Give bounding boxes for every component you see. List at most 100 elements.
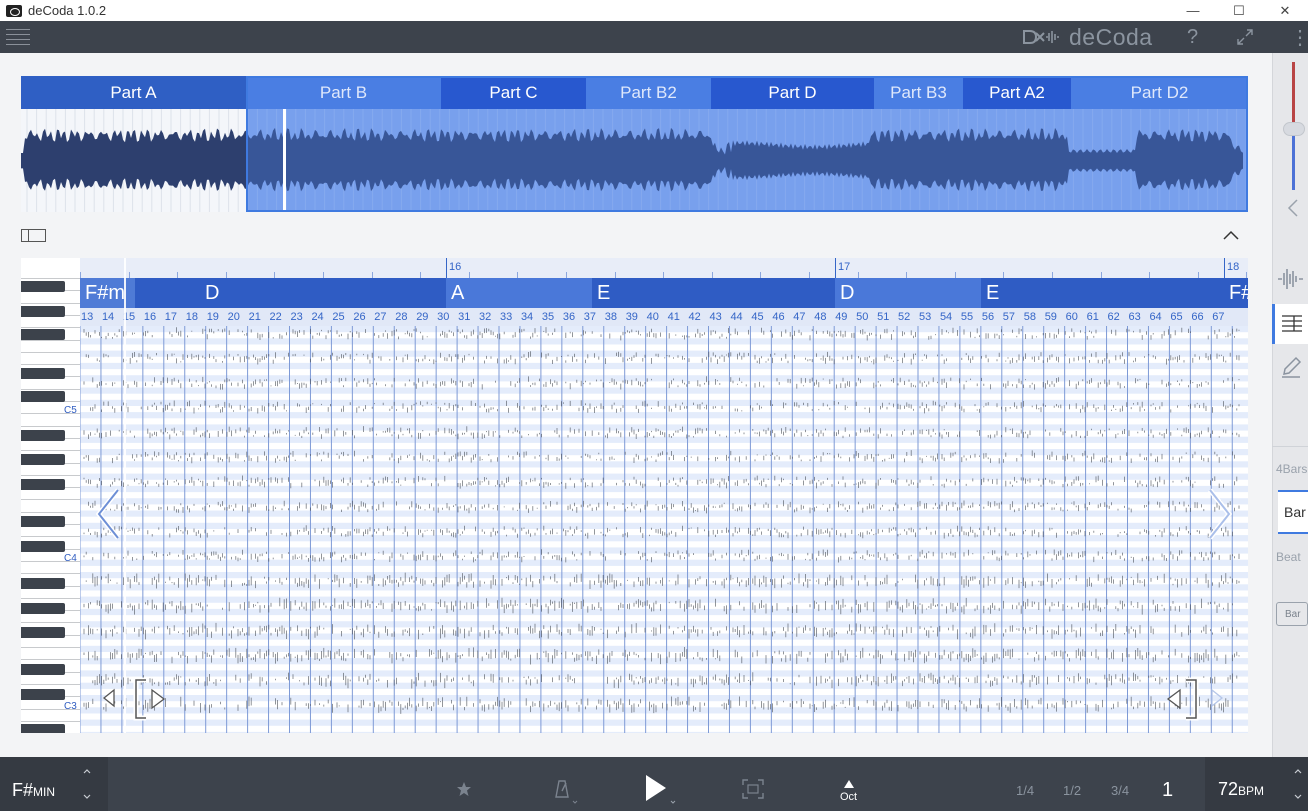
chord-block[interactable]: E [981, 278, 1224, 308]
black-key[interactable] [21, 368, 65, 379]
division-three-quarter[interactable]: 3/4 [1111, 783, 1129, 798]
bar-number: 18 [1227, 261, 1240, 273]
bpm-unit: BPM [1238, 784, 1265, 798]
beat-number: 29 [416, 311, 429, 323]
black-key[interactable] [21, 541, 65, 552]
chord-block[interactable]: F# [1224, 278, 1248, 308]
scroll-left-icon[interactable] [96, 488, 122, 540]
zoom-bar-label: Bar [1284, 504, 1306, 520]
pencil-tool-icon[interactable] [1272, 352, 1308, 382]
beat-number: 62 [1107, 311, 1120, 323]
loop-right-arrow-icon[interactable] [1210, 688, 1224, 708]
beat-number: 50 [856, 311, 869, 323]
part-tab-6[interactable]: Part B3 [874, 76, 963, 109]
black-key[interactable] [21, 479, 65, 490]
menu-icon[interactable] [6, 29, 30, 45]
beat-number: 24 [311, 311, 324, 323]
bar-position[interactable]: 1 [1162, 779, 1173, 802]
black-key[interactable] [21, 689, 65, 700]
tempo-stepper-icon[interactable] [1293, 767, 1303, 801]
beat-number: 53 [919, 311, 932, 323]
panel-collapse-left-icon[interactable] [1285, 198, 1301, 218]
bar-number: 17 [838, 261, 851, 273]
scroll-right-icon[interactable] [1206, 488, 1232, 540]
piano-keyboard[interactable]: C5 C4 C3 [21, 278, 80, 733]
loop-region-icon[interactable] [742, 779, 764, 799]
division-quarter[interactable]: 1/4 [1016, 783, 1034, 798]
waveform-view-icon[interactable] [1272, 263, 1308, 295]
black-key[interactable] [21, 391, 65, 402]
play-icon[interactable] [642, 773, 680, 807]
fullscreen-icon[interactable] [1237, 29, 1253, 45]
part-tab-4[interactable]: Part B2 [586, 76, 711, 109]
chord-block[interactable]: D [835, 278, 981, 308]
collapse-chevron-icon[interactable] [1222, 227, 1240, 245]
part-tab-8[interactable]: Part D2 [1071, 76, 1248, 109]
part-tab-5[interactable]: Part D [711, 76, 874, 109]
close-button[interactable]: ✕ [1262, 0, 1308, 21]
maximize-button[interactable]: ☐ [1216, 0, 1262, 21]
black-key[interactable] [21, 516, 65, 527]
beat-number: 17 [164, 311, 178, 323]
piano-roll-editor: C5C4C3 161718 F#mDAEDEF# 131415161718192… [21, 258, 1248, 733]
loop-left-arrow-icon[interactable] [102, 688, 116, 708]
beat-number: 19 [206, 311, 219, 323]
volume-track-fill [1292, 132, 1295, 190]
bar-ruler[interactable]: 16 17 18 [80, 258, 1248, 278]
beat-number: 48 [814, 311, 827, 323]
editor-playhead[interactable] [124, 258, 126, 733]
chord-block[interactable]: A [446, 278, 592, 308]
tempo-display[interactable]: 72BPM [1205, 757, 1308, 811]
part-tab-3[interactable]: Part C [441, 76, 586, 109]
black-key[interactable] [21, 430, 65, 441]
score-view-tool[interactable] [1272, 304, 1308, 344]
black-key[interactable] [21, 281, 65, 292]
octave-up-icon[interactable] [843, 779, 855, 789]
beat-row[interactable]: 13 14 15 16 17 18 19 20 21 22 23 24 25 26 27 28 29 30 31 32… [80, 308, 1248, 326]
part-tab-2[interactable]: Part B [246, 76, 441, 109]
zoom-beat-option[interactable]: Beat [1276, 550, 1308, 564]
part-tab-1[interactable]: Part A [21, 76, 246, 109]
brand: deCoda [1022, 24, 1153, 50]
more-options-icon[interactable]: ⋮ [1290, 25, 1308, 50]
loop-bar-label: Bar [1285, 609, 1301, 620]
loop-start-marker-icon[interactable] [132, 676, 176, 722]
zoom-bar-option[interactable]: Bar [1278, 490, 1308, 534]
beat-number: 34 [520, 311, 534, 323]
metronome-icon[interactable] [550, 777, 580, 805]
waveform-overview[interactable] [21, 109, 1248, 212]
app-logo-icon [6, 4, 22, 17]
division-half[interactable]: 1/2 [1063, 783, 1081, 798]
beat-number: 66 [1191, 311, 1204, 323]
key-display: F#MIN [12, 780, 55, 801]
tempo-value: 72BPM [1218, 779, 1264, 800]
volume-slider-handle[interactable] [1283, 122, 1305, 136]
black-key[interactable] [21, 329, 65, 340]
part-tab-7[interactable]: Part A2 [963, 76, 1071, 109]
black-key[interactable] [21, 454, 65, 465]
black-key[interactable] [21, 306, 65, 317]
song-overview: Part A Part B Part C Part B2 Part D Part B3 Pa… [21, 76, 1248, 212]
black-key[interactable] [21, 627, 65, 638]
black-key[interactable] [21, 664, 65, 675]
minimize-button[interactable]: — [1170, 0, 1216, 21]
chord-block[interactable]: D [200, 278, 446, 308]
black-key[interactable] [21, 724, 65, 733]
spectrogram-roll[interactable] [80, 326, 1248, 733]
key-selector[interactable]: F#MIN [0, 757, 108, 811]
black-key[interactable] [21, 578, 65, 589]
panel-toggle-icon[interactable] [21, 229, 46, 242]
chord-block[interactable]: E [592, 278, 835, 308]
parts-row: Part A Part B Part C Part B2 Part D Part B3 Pa… [21, 76, 1248, 109]
beat-number: 32 [479, 311, 492, 323]
loop-bar-button[interactable]: Bar [1276, 602, 1308, 626]
star-icon[interactable] [456, 781, 472, 797]
loop-end-marker-icon[interactable] [1156, 676, 1200, 722]
octave-label[interactable]: Oct [840, 791, 857, 803]
beat-number: 37 [583, 311, 597, 323]
help-icon[interactable]: ? [1187, 26, 1198, 49]
key-stepper-icon[interactable] [82, 767, 92, 801]
black-key[interactable] [21, 603, 65, 614]
overview-playhead[interactable] [283, 109, 286, 212]
zoom-4bars-option[interactable]: 4Bars [1276, 462, 1308, 476]
